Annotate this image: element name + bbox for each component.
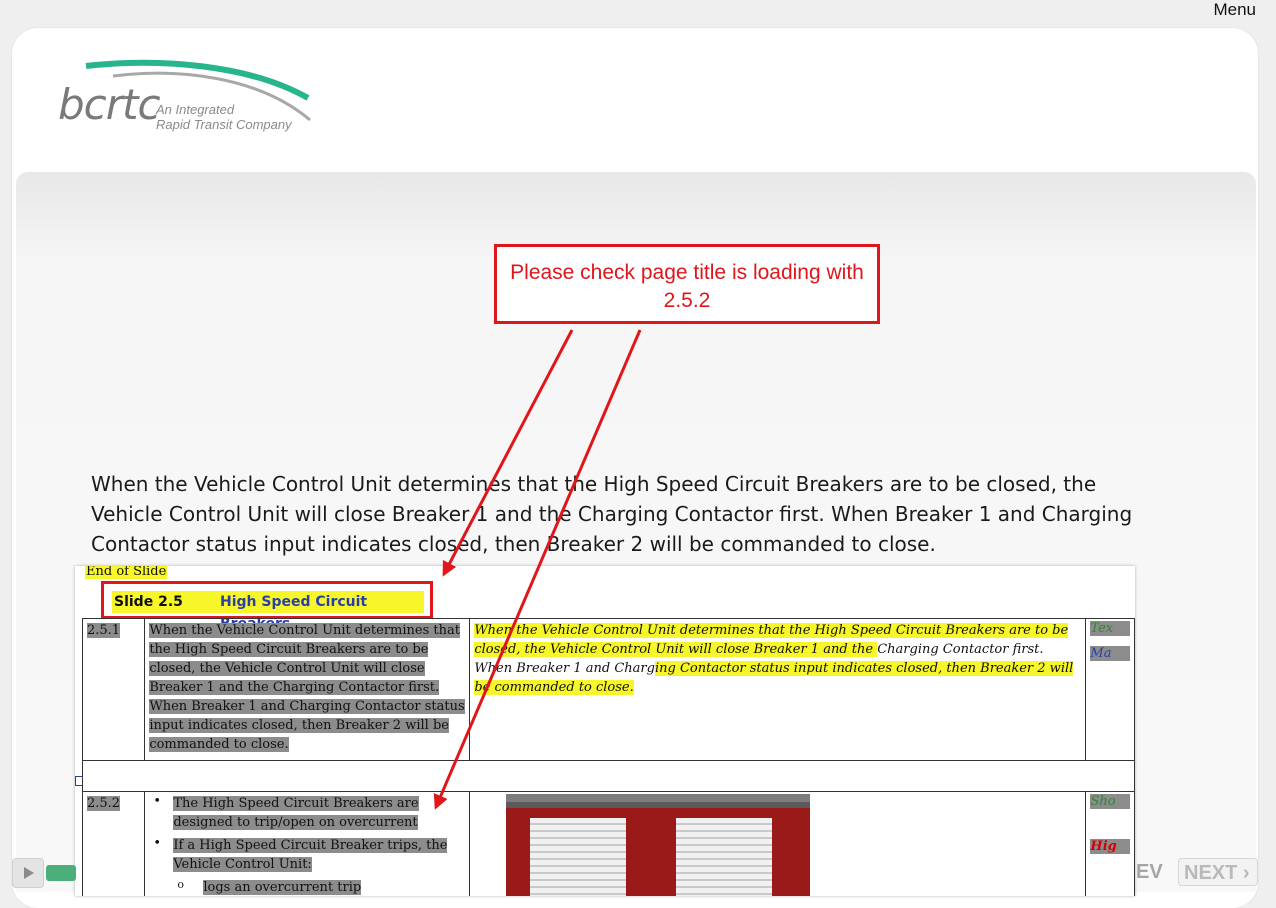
- row-side-label: Hig: [1090, 839, 1130, 854]
- menu-button[interactable]: Menu: [1213, 0, 1256, 20]
- prev-button[interactable]: EV: [1136, 858, 1172, 886]
- list-item: logs an overcurrent trip: [177, 878, 465, 896]
- logo-wordmark: bcrtc: [58, 80, 161, 129]
- document-overlay: End of Slide Slide 2.5 High Speed Circui…: [75, 566, 1135, 896]
- table-row: 2.5.2 The High Speed Circuit Breakers ar…: [81, 791, 1135, 896]
- slide-number: Slide 2.5: [114, 594, 183, 610]
- next-button[interactable]: NEXT ›: [1178, 858, 1258, 886]
- table-row: 2.5.1 When the Vehicle Control Unit dete…: [81, 618, 1135, 761]
- slide-paragraph: When the Vehicle Control Unit determines…: [91, 472, 1133, 556]
- row-text: When the Vehicle Control Unit determines…: [149, 623, 465, 752]
- breaker-photo: [506, 794, 811, 896]
- end-of-slide-label: End of Slide: [85, 566, 168, 579]
- row-side-label: Tex: [1090, 621, 1130, 636]
- row-id: 2.5.1: [87, 623, 121, 638]
- logo-tagline: An Integrated Rapid Transit Company: [156, 102, 292, 132]
- row-id: 2.5.2: [87, 796, 121, 811]
- review-callout: Please check page title is loading with …: [494, 244, 880, 324]
- row-note: When the Vehicle Control Unit determines…: [469, 618, 1087, 761]
- bcrtc-logo: bcrtc An Integrated Rapid Transit Compan…: [58, 58, 318, 138]
- row-side-label: Sho: [1090, 794, 1130, 809]
- play-button[interactable]: [12, 858, 44, 888]
- list-item: The High Speed Circuit Breakers are desi…: [153, 794, 465, 832]
- slide-title-box: Slide 2.5 High Speed Circuit Breakers: [101, 581, 433, 632]
- list-item: If a High Speed Circuit Breaker trips, t…: [153, 836, 465, 896]
- storyboard-table: 2.5.1 When the Vehicle Control Unit dete…: [81, 618, 1135, 896]
- table-spacer: [82, 760, 1135, 792]
- row-side-label: Ma: [1090, 646, 1130, 661]
- progress-bar: [46, 865, 76, 881]
